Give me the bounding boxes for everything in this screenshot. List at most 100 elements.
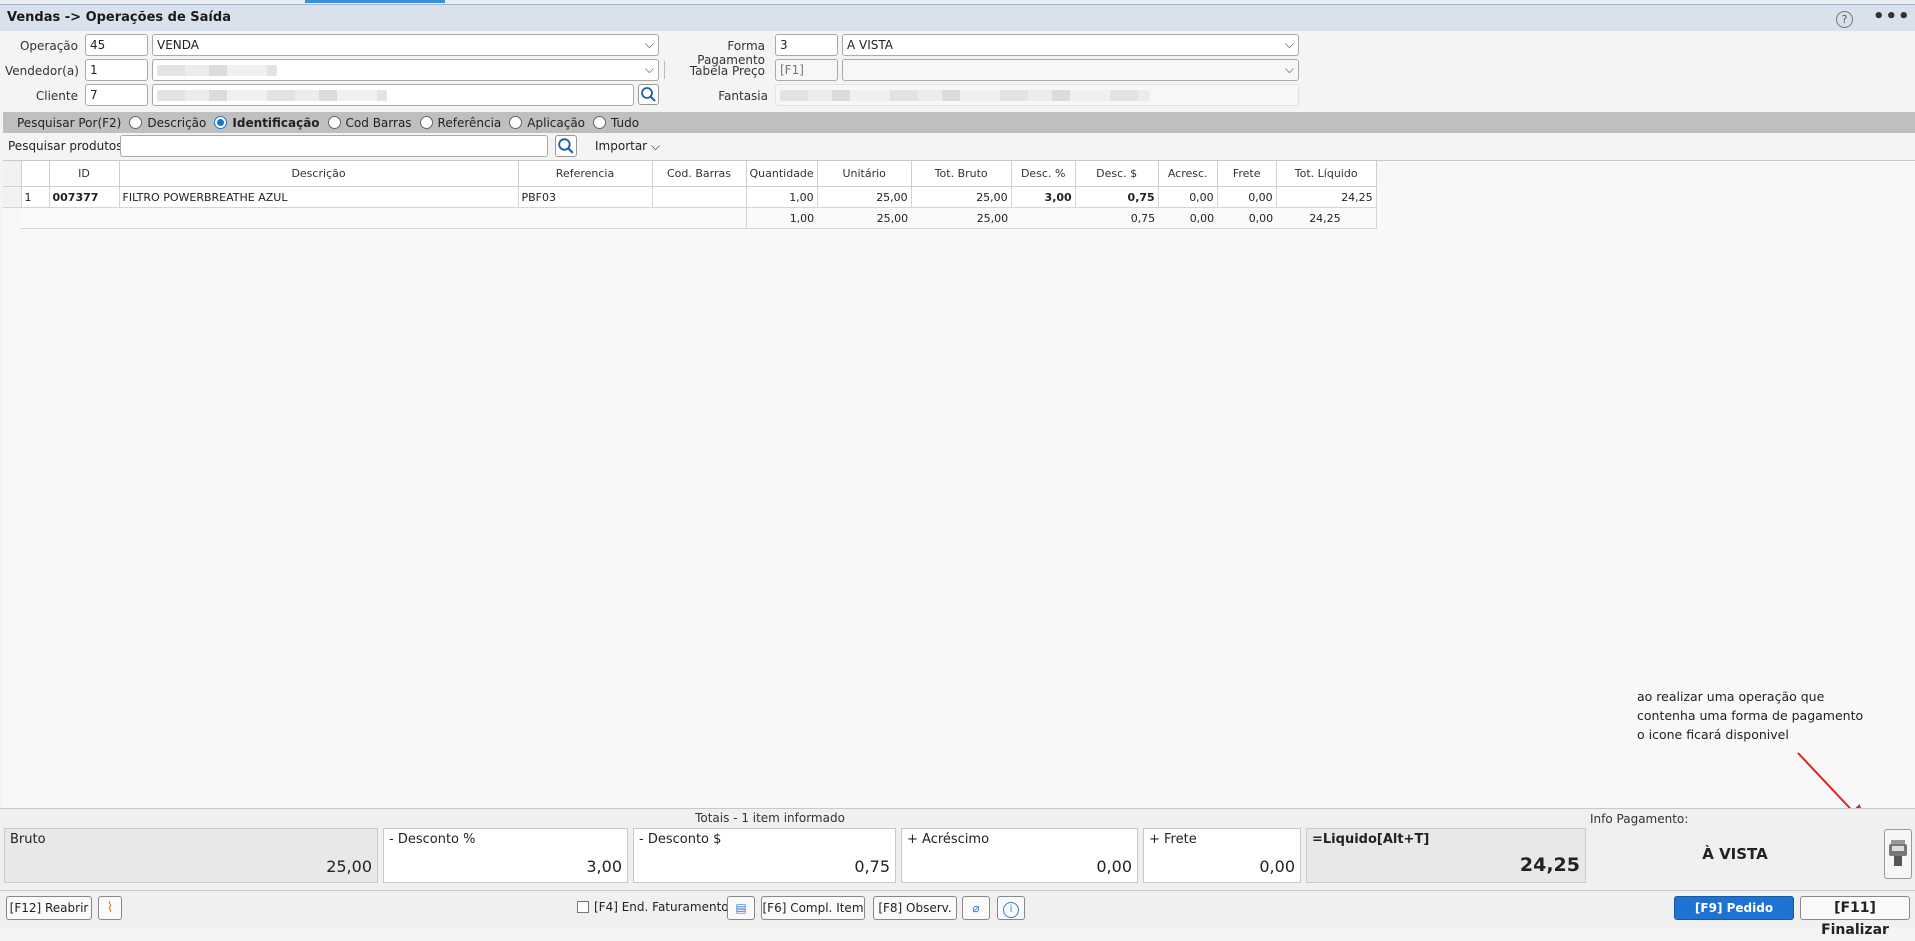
total-unitario: 25,00 <box>817 207 912 229</box>
col-desc-pct[interactable]: Desc. % <box>1011 161 1076 187</box>
vendedor-code-input[interactable]: 1 <box>85 59 148 81</box>
radio-referencia[interactable] <box>419 116 433 129</box>
desconto-pct-box[interactable]: - Desconto % 3,00 <box>383 828 628 883</box>
radio-aplicacao[interactable] <box>509 116 523 129</box>
finalizar-button[interactable]: [F11] Finalizar <box>1800 896 1910 938</box>
radio-descricao[interactable] <box>129 116 143 129</box>
cell-referencia[interactable]: PBF03 <box>518 186 653 208</box>
bruto-box: Bruto 25,00 <box>4 828 378 883</box>
radio-identificacao[interactable] <box>214 116 228 129</box>
chevron-down-icon: ⌵ <box>1284 62 1294 76</box>
chevron-down-icon: ⌵ <box>650 139 661 153</box>
col-cod-barras[interactable]: Cod. Barras <box>652 161 747 187</box>
col-acresc[interactable]: Acresc. <box>1158 161 1218 187</box>
preview-button[interactable]: ▤ <box>727 896 755 920</box>
col-tot-bruto[interactable]: Tot. Bruto <box>911 161 1012 187</box>
total-liquido: 24,25 <box>1276 207 1377 229</box>
cell-row-number: 1 <box>21 186 50 208</box>
liquido-value: 24,25 <box>1519 854 1580 876</box>
vendedor-select[interactable]: ⌵ <box>152 59 659 81</box>
col-referencia[interactable]: Referencia <box>518 161 653 187</box>
cell-unitario[interactable]: 25,00 <box>817 186 912 208</box>
cell-tot-liquido[interactable]: 24,25 <box>1276 186 1377 208</box>
operacao-select[interactable]: VENDA ⌵ <box>152 34 659 56</box>
cell-frete[interactable]: 0,00 <box>1217 186 1277 208</box>
totals-indicator <box>3 207 21 229</box>
radio-aplicacao-label: Aplicação <box>527 115 586 130</box>
grid-corner <box>3 161 22 187</box>
cell-acresc[interactable]: 0,00 <box>1158 186 1218 208</box>
bruto-label: Bruto <box>10 832 46 847</box>
radio-tudo-label: Tudo <box>611 115 640 130</box>
payment-terminal-icon <box>1889 840 1907 866</box>
fantasia-label: Fantasia <box>718 89 768 103</box>
acrescimo-label: + Acréscimo <box>907 832 990 847</box>
row-indicator <box>3 186 22 208</box>
cell-tot-bruto[interactable]: 25,00 <box>911 186 1012 208</box>
cell-desc-val[interactable]: 0,75 <box>1075 186 1159 208</box>
forma-pagamento-label: Forma Pagamento <box>697 39 765 67</box>
col-tot-liquido[interactable]: Tot. Líquido <box>1276 161 1377 187</box>
radio-referencia-label: Referência <box>437 115 502 130</box>
cliente-code-input[interactable]: 7 <box>85 84 148 106</box>
end-faturamento-checkbox[interactable] <box>577 901 589 913</box>
tabela-preco-select[interactable]: ⌵ <box>842 59 1299 81</box>
frete-value: 0,00 <box>1259 857 1295 876</box>
total-desc-val: 0,75 <box>1075 207 1159 229</box>
help-icon[interactable]: ? <box>1836 11 1853 28</box>
payment-method: À VISTA <box>1702 845 1768 863</box>
chevron-down-icon: ⌵ <box>1284 37 1294 51</box>
search-client-button[interactable] <box>638 84 659 105</box>
search-icon <box>641 87 656 102</box>
items-table: ID Descrição Referencia Cod. Barras Quan… <box>3 161 1377 229</box>
liquido-label: =Liquido[Alt+T] <box>1312 832 1430 847</box>
col-frete[interactable]: Frete <box>1217 161 1277 187</box>
col-descricao[interactable]: Descrição <box>119 161 519 187</box>
importar-label: Importar <box>595 139 648 153</box>
vendedor-label: Vendedor(a) <box>5 64 79 78</box>
operacao-code-input[interactable]: 45 <box>85 34 148 56</box>
cell-quantidade[interactable]: 1,00 <box>746 186 818 208</box>
total-bruto: 25,00 <box>911 207 1012 229</box>
desconto-val-box[interactable]: - Desconto $ 0,75 <box>633 828 896 883</box>
radio-cod-barras[interactable] <box>327 116 341 129</box>
frete-box[interactable]: + Frete 0,00 <box>1143 828 1301 883</box>
clear-button[interactable]: ⌇ <box>98 896 122 920</box>
forma-code-input[interactable]: 3 <box>775 34 838 56</box>
col-quantidade[interactable]: Quantidade <box>746 161 818 187</box>
search-products-input[interactable] <box>120 135 548 157</box>
radio-tudo[interactable] <box>593 116 607 129</box>
bruto-value: 25,00 <box>326 857 372 876</box>
acrescimo-box[interactable]: + Acréscimo 0,00 <box>901 828 1138 883</box>
cell-id[interactable]: 007377 <box>49 186 120 208</box>
redacted-text <box>780 90 1150 101</box>
col-unitario[interactable]: Unitário <box>817 161 912 187</box>
col-desc-val[interactable]: Desc. $ <box>1075 161 1159 187</box>
info-button[interactable]: i <box>997 896 1025 920</box>
cliente-name-input[interactable] <box>152 84 634 106</box>
total-quantidade: 1,00 <box>746 207 818 229</box>
observ-button[interactable]: [F8] Observ. <box>873 896 957 920</box>
cell-desc-pct[interactable]: 3,00 <box>1011 186 1076 208</box>
more-options-icon[interactable]: ••• <box>1873 6 1911 27</box>
search-products-label: Pesquisar produtos: <box>8 139 127 153</box>
search-by-label: Pesquisar Por(F2) <box>17 115 122 130</box>
search-products-button[interactable] <box>555 135 577 157</box>
tabela-code-input[interactable]: [F1] <box>775 59 838 81</box>
cell-descricao[interactable]: FILTRO POWERBREATHE AZUL <box>119 186 519 208</box>
importar-menu[interactable]: Importar ⌵ <box>595 139 660 154</box>
reabrir-button[interactable]: [F12] Reabrir <box>6 896 92 920</box>
total-desc-pct <box>1011 207 1076 229</box>
pedido-button[interactable]: [F9] Pedido <box>1674 896 1794 920</box>
radio-identificacao-label: Identificação <box>232 115 320 130</box>
paperclip-icon: ⌀ <box>972 901 980 915</box>
col-id[interactable]: ID <box>49 161 120 187</box>
forma-pagamento-select[interactable]: A VISTA ⌵ <box>842 34 1299 56</box>
attach-button[interactable]: ⌀ <box>962 896 990 920</box>
table-row[interactable]: 1 007377 FILTRO POWERBREATHE AZUL PBF03 … <box>3 186 1377 208</box>
compl-item-button[interactable]: [F6] Compl. Item <box>761 896 865 920</box>
totals-caption: Totais - 1 item informado <box>695 811 845 825</box>
operacao-name: VENDA <box>157 38 200 52</box>
payment-info-button[interactable] <box>1884 829 1912 879</box>
cell-cod-barras[interactable] <box>652 186 747 208</box>
